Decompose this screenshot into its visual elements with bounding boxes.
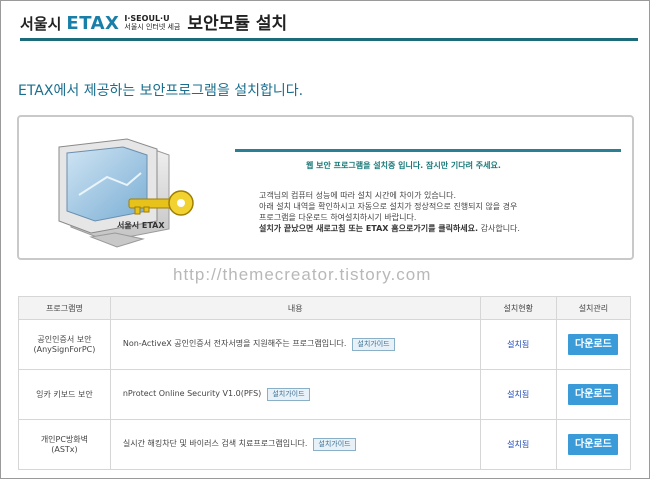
program-name-text: 개인PC방화벽 (ASTx) [40,434,89,454]
logo-etax: ETAX [66,13,120,34]
program-name-text: 공인인증서 보안 (AnySignForPC) [33,334,96,354]
install-status-text: 설치됨 [507,440,530,449]
table-row: 공인인증서 보안 (AnySignForPC) Non-ActiveX 공인인증… [18,319,632,370]
table-row: 개인PC방화벽 (ASTx) 실시간 해킹차단 및 바이러스 검색 치료프로그램… [18,419,632,470]
table-header-row: 프로그램명 내용 설치현황 설치관리 [18,296,632,320]
install-status-text: 설치됨 [507,340,530,349]
install-status-text: 설치됨 [507,390,530,399]
headline: ETAX에서 제공하는 보안프로그램을 설치합니다. [18,83,304,99]
program-description-text: nProtect Online Security V1.0(PFS) [122,389,262,398]
program-name: 개인PC방화벽 (ASTx) [18,419,111,470]
install-guide-button[interactable]: 설치가이드 [313,438,356,451]
install-manage: 다운로드 [555,419,632,470]
install-manage: 다운로드 [555,369,632,420]
description-line: 고객님의 컴퓨터 성능에 따라 설치 시간에 차이가 있습니다. [259,191,456,200]
program-description-text: Non-ActiveX 공인인증서 전자서명을 지원해주는 프로그램입니다. [122,339,347,348]
logo-tagline-bottom: 서울시 인터넷 세금 [124,23,181,31]
header-divider [20,38,638,41]
install-status: 설치됨 [479,369,557,420]
logo-tagline: I·SEOUL·U 서울시 인터넷 세금 [124,14,181,32]
security-module-table: 프로그램명 내용 설치현황 설치관리 공인인증서 보안 (AnySignForP… [18,296,632,470]
program-description: 실시간 해킹차단 및 바이러스 검색 치료프로그램입니다. 설치가이드 [109,419,481,470]
program-name-text: 잉카 키보드 보안 [36,389,93,399]
column-header-status: 설치현황 [479,296,557,320]
program-description-text: 실시간 해킹차단 및 바이러스 검색 치료프로그램입니다. [122,439,308,448]
column-header-content: 내용 [109,296,481,320]
description-line: 프로그램을 다운로드 하여설치하시기 바랍니다. [259,213,417,222]
page-title: 보안모듈 설치 [187,14,288,34]
monitor-label: 서울시 ETAX [117,220,165,230]
download-button[interactable]: 다운로드 [568,434,619,455]
download-button[interactable]: 다운로드 [568,334,619,355]
download-button[interactable]: 다운로드 [568,384,619,405]
description-thanks: 감사합니다. [480,224,520,233]
install-status: 설치됨 [479,319,557,370]
install-description: 고객님의 컴퓨터 성능에 따라 설치 시간에 차이가 있습니다. 아래 설치 내… [259,190,520,234]
logo-city: 서울시 [20,15,62,33]
column-header-program: 프로그램명 [18,296,111,320]
install-guide-button[interactable]: 설치가이드 [352,338,395,351]
watermark: http://themecreator.tistory.com [173,265,432,284]
install-guide-button[interactable]: 설치가이드 [267,388,310,401]
program-name: 공인인증서 보안 (AnySignForPC) [18,319,111,370]
install-manage: 다운로드 [555,319,632,370]
description-line: 아래 설치 내역을 확인하시고 자동으로 설치가 정상적으로 진행되지 않을 경… [259,202,518,211]
description-bold-line: 설치가 끝났으면 새로고침 또는 ETAX 홈으로가기를 클릭하세요. [259,224,479,233]
install-progress-bar [235,149,621,152]
program-description: nProtect Online Security V1.0(PFS) 설치가이드 [109,369,481,420]
computer-monitor-icon: 서울시 ETAX [58,138,194,248]
logo-tagline-top: I·SEOUL·U [124,14,170,23]
column-header-manage: 설치관리 [555,296,632,320]
install-status: 설치됨 [479,419,557,470]
install-status-message: 웹 보안 프로그램을 설치중 입니다. 잠시만 기다려 주세요. [306,161,501,170]
program-name: 잉카 키보드 보안 [18,369,111,420]
site-header: 서울시 ETAX I·SEOUL·U 서울시 인터넷 세금 보안모듈 설치 [20,4,287,34]
install-status-box: 서울시 ETAX 웹 보안 프로그램을 설치중 입니다. 잠시만 기다려 주세요… [17,115,634,260]
program-description: Non-ActiveX 공인인증서 전자서명을 지원해주는 프로그램입니다. 설치… [109,319,481,370]
table-row: 잉카 키보드 보안 nProtect Online Security V1.0(… [18,369,632,420]
